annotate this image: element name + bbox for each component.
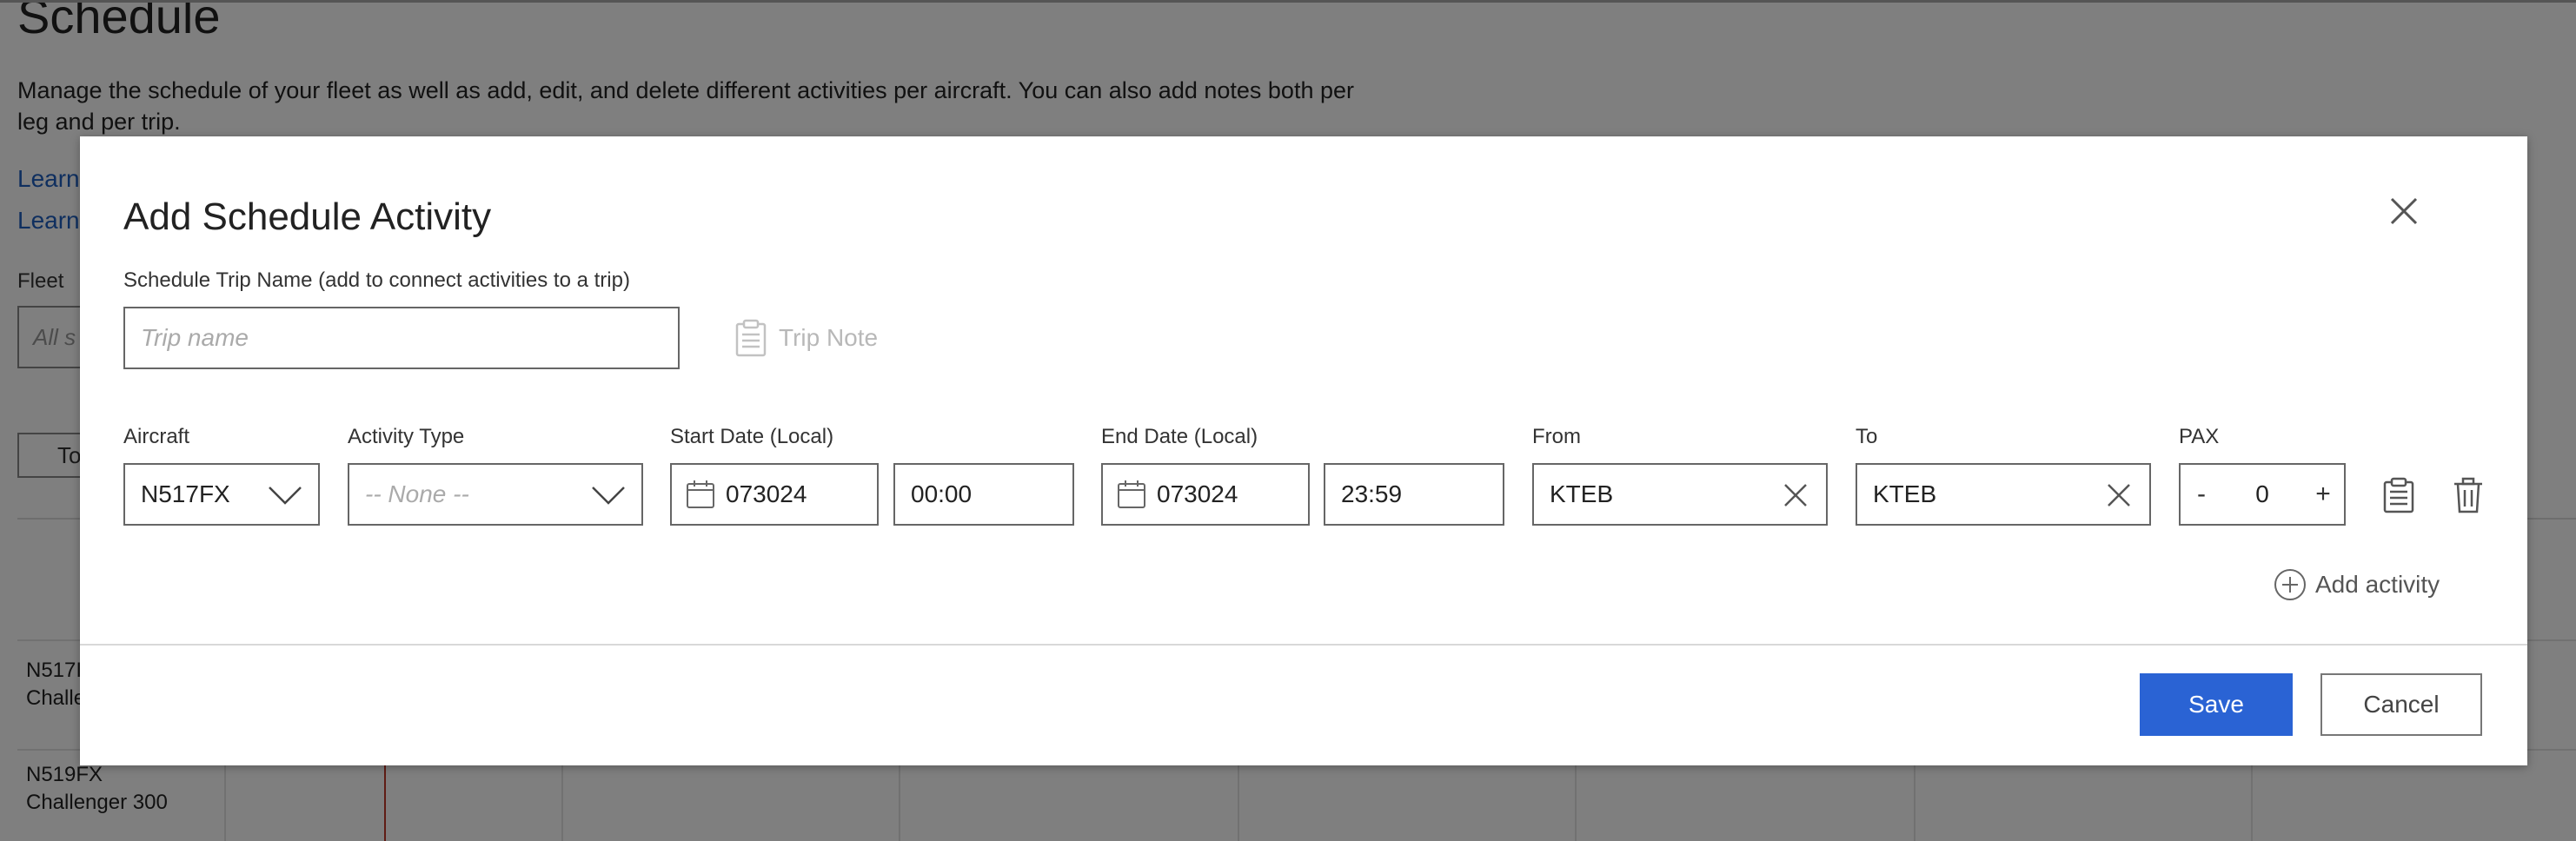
end-date-label: End Date (Local) — [1101, 425, 1258, 448]
pax-decrement-button[interactable]: - — [2184, 465, 2219, 524]
from-label: From — [1532, 425, 1581, 448]
calendar-icon — [687, 480, 714, 508]
to-value: KTEB — [1873, 480, 1937, 507]
end-time-input[interactable]: 23:59 — [1324, 463, 1504, 526]
to-label: To — [1856, 425, 1878, 448]
activity-type-label: Activity Type — [348, 425, 465, 448]
pax-stepper[interactable]: - 0 + — [2179, 463, 2346, 526]
add-activity-label: Add activity — [2315, 571, 2440, 598]
clear-icon[interactable] — [2106, 482, 2132, 508]
delete-activity-button[interactable] — [2453, 477, 2484, 518]
pax-value[interactable]: 0 — [2233, 465, 2292, 524]
to-airport-input[interactable]: KTEB — [1856, 463, 2151, 526]
end-date-value: 073024 — [1157, 480, 1238, 507]
footer-divider — [80, 644, 2527, 646]
start-date-input[interactable]: 073024 — [670, 463, 879, 526]
start-date-label: Start Date (Local) — [670, 425, 834, 448]
end-time-value: 23:59 — [1341, 480, 1403, 507]
start-time-value: 00:00 — [911, 480, 973, 507]
trash-icon — [2454, 477, 2482, 513]
save-button[interactable]: Save — [2140, 673, 2293, 736]
pax-label: PAX — [2179, 425, 2220, 448]
chevron-down-icon — [269, 487, 302, 505]
trip-note-button[interactable]: Trip Note — [735, 317, 878, 359]
close-icon — [2390, 197, 2418, 225]
clear-icon[interactable] — [1783, 482, 1809, 508]
aircraft-select[interactable]: N517FX — [123, 463, 320, 526]
window-top-border — [0, 0, 2576, 3]
activity-type-value: -- None -- — [365, 480, 469, 507]
from-value: KTEB — [1550, 480, 1614, 507]
trip-name-input[interactable] — [123, 307, 680, 369]
start-time-input[interactable]: 00:00 — [893, 463, 1074, 526]
clipboard-icon — [735, 319, 767, 357]
clipboard-icon — [2383, 477, 2414, 513]
add-schedule-activity-dialog: Add Schedule Activity Schedule Trip Name… — [80, 136, 2527, 765]
end-date-input[interactable]: 073024 — [1101, 463, 1310, 526]
aircraft-value: N517FX — [141, 480, 230, 507]
aircraft-label: Aircraft — [123, 425, 190, 448]
leg-note-button[interactable] — [2383, 477, 2414, 518]
trip-name-label: Schedule Trip Name (add to connect activ… — [123, 268, 630, 292]
from-airport-input[interactable]: KTEB — [1532, 463, 1828, 526]
calendar-icon — [1118, 480, 1145, 508]
trip-note-label: Trip Note — [779, 324, 879, 351]
cancel-button[interactable]: Cancel — [2320, 673, 2482, 736]
activity-type-select[interactable]: -- None -- — [348, 463, 643, 526]
dialog-title: Add Schedule Activity — [123, 195, 492, 238]
chevron-down-icon — [592, 487, 625, 505]
pax-increment-button[interactable]: + — [2306, 465, 2340, 524]
add-activity-button[interactable]: Add activity — [2274, 567, 2440, 602]
close-button[interactable] — [2385, 192, 2423, 230]
plus-circle-icon — [2274, 569, 2306, 600]
start-date-value: 073024 — [726, 480, 807, 507]
